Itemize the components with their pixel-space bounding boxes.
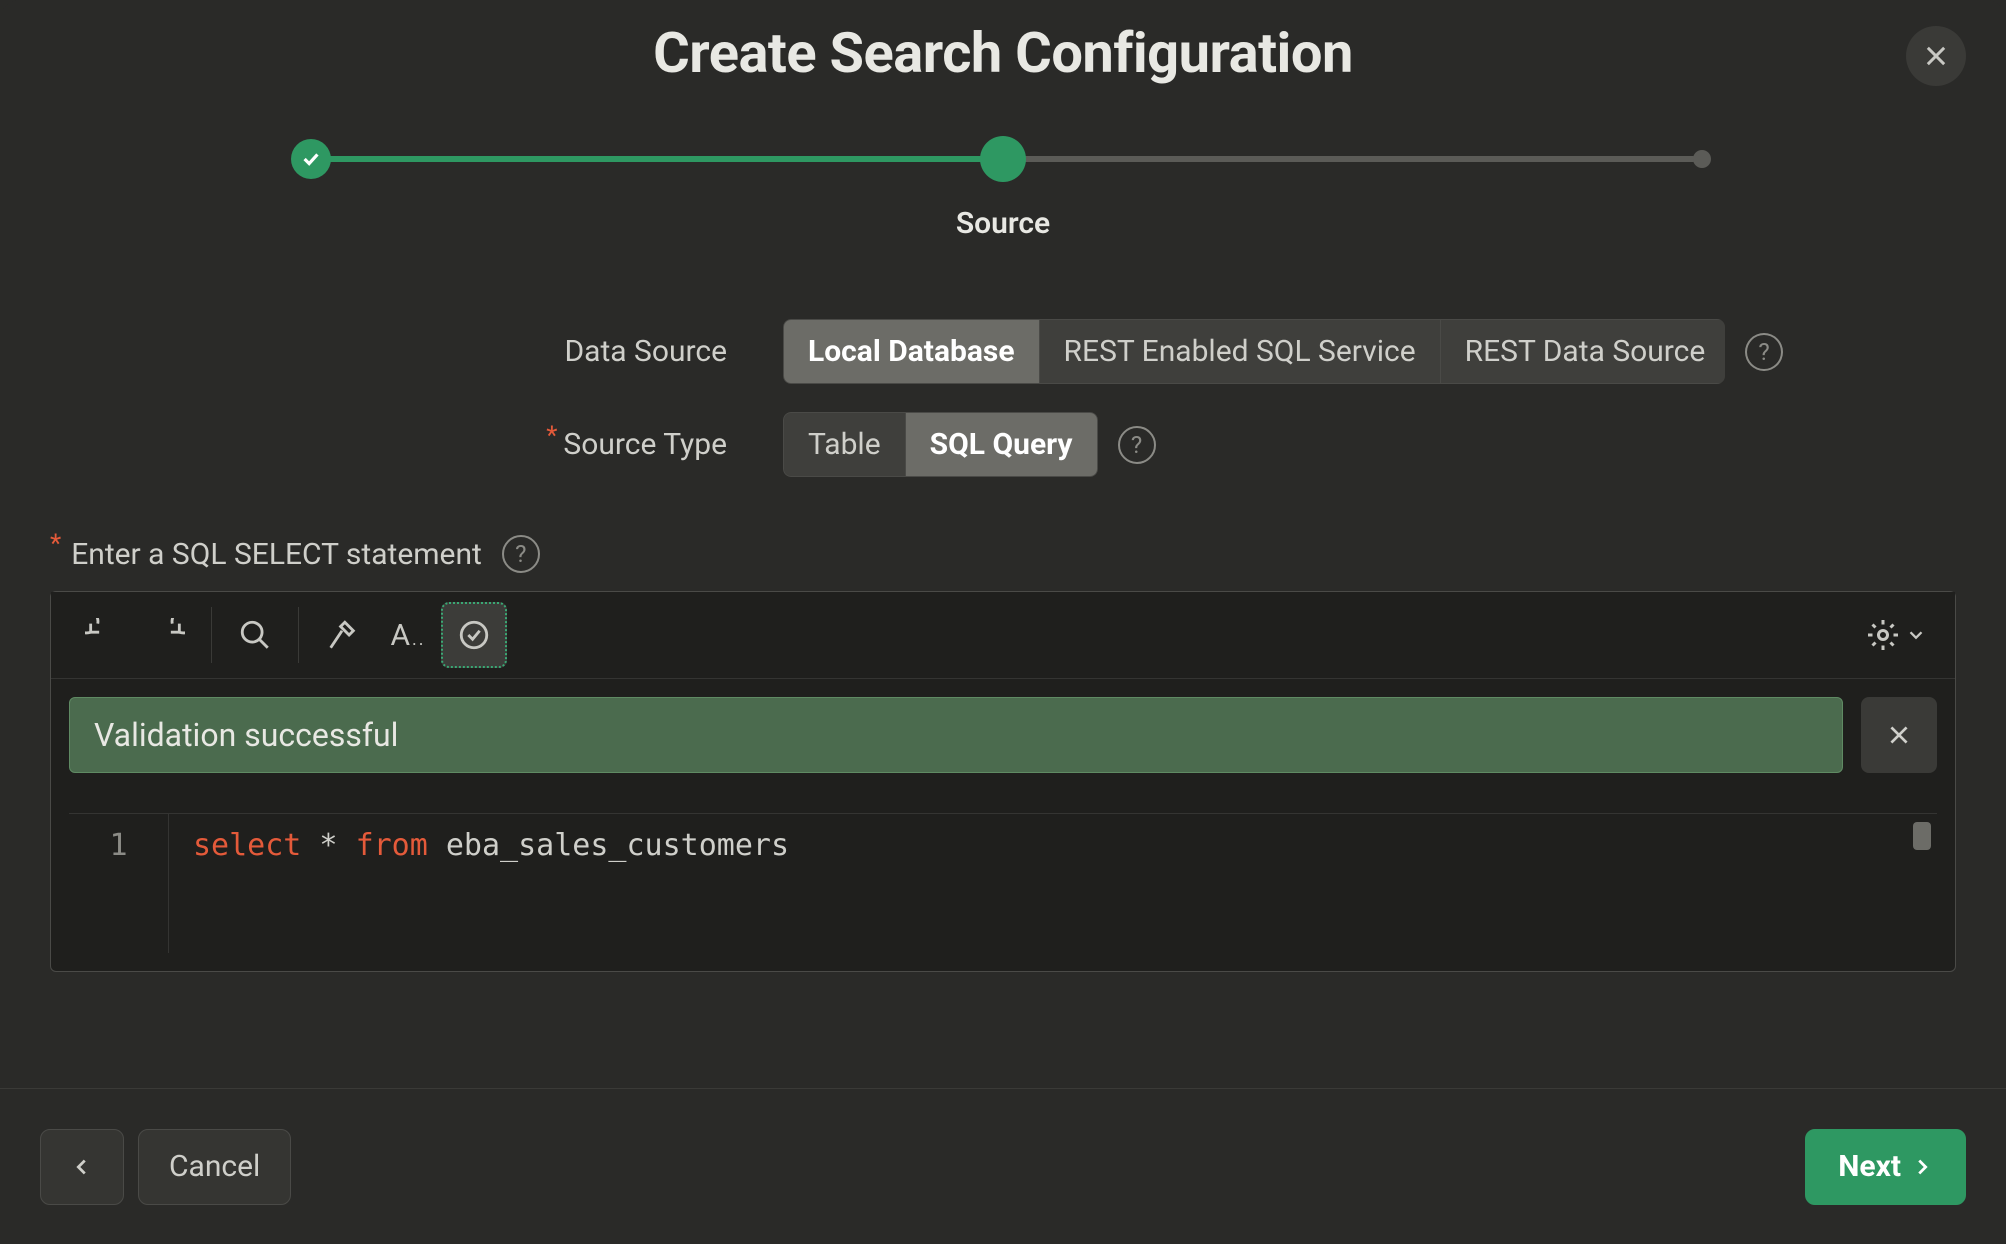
check-circle-icon [457,618,491,652]
dialog-footer: Cancel Next [0,1088,2006,1244]
help-icon-source-type[interactable]: ? [1118,426,1156,464]
step-current-label: Source [290,206,1716,241]
back-button[interactable] [40,1129,124,1205]
hammer-icon [325,618,359,652]
form-area: Data Source Local Database REST Enabled … [0,319,2006,505]
check-icon [300,148,322,170]
search-icon [238,618,272,652]
code-line-1[interactable]: select * from eba_sales_customers [169,814,813,953]
editor-toolbar: A.. [51,592,1955,679]
wizard-stepper: Source [0,136,2006,241]
step-3-future[interactable] [1693,150,1711,168]
code-editor: A.. Validation successful 1 [50,591,1956,972]
editor-settings-button[interactable] [1855,617,1937,653]
dialog-create-search-configuration: Create Search Configuration Source Data … [0,0,2006,1244]
close-icon [1886,722,1912,748]
line-gutter: 1 [69,814,169,953]
dialog-close-button[interactable] [1906,26,1966,86]
step-1-complete[interactable] [291,139,331,179]
case-icon: A.. [382,618,433,653]
close-icon [1922,42,1950,70]
row-data-source: Data Source Local Database REST Enabled … [0,319,2006,384]
line-number: 1 [69,828,168,863]
cancel-button[interactable]: Cancel [138,1129,291,1205]
validate-button[interactable] [441,602,507,668]
segmented-source-type: Table SQL Query [783,412,1098,477]
step-2-current[interactable] [980,136,1026,182]
code-area[interactable]: 1 select * from eba_sales_customers [69,813,1937,953]
stepper-track [290,136,1716,182]
validation-dismiss-button[interactable] [1861,697,1937,773]
sql-section: * Enter a SQL SELECT statement ? [50,535,1956,972]
row-source-type: *Source Type Table SQL Query ? [0,412,2006,477]
validation-row: Validation successful [51,679,1955,773]
redo-icon [151,618,185,652]
case-button[interactable]: A.. [375,602,441,668]
seg-local-database[interactable]: Local Database [783,319,1040,384]
validation-banner: Validation successful [69,697,1843,773]
help-icon-sql[interactable]: ? [502,535,540,573]
seg-rest-enabled-sql[interactable]: REST Enabled SQL Service [1040,319,1441,384]
required-star: * [50,529,61,559]
gear-icon [1865,617,1901,653]
required-star: * [546,421,557,451]
chevron-down-icon [1905,624,1927,646]
undo-button[interactable] [69,602,135,668]
next-button[interactable]: Next [1805,1129,1966,1205]
label-source-type: *Source Type [223,427,783,462]
label-sql-statement: * Enter a SQL SELECT statement ? [50,535,1956,573]
chevron-right-icon [1911,1156,1933,1178]
help-icon-data-source[interactable]: ? [1745,333,1783,371]
dialog-title: Create Search Configuration [0,20,2006,86]
find-button[interactable] [222,602,288,668]
undo-icon [85,618,119,652]
seg-table[interactable]: Table [783,412,906,477]
autocomplete-button[interactable] [309,602,375,668]
seg-rest-data-source[interactable]: REST Data Source [1441,319,1726,384]
redo-button[interactable] [135,602,201,668]
segmented-data-source: Local Database REST Enabled SQL Service … [783,319,1725,384]
label-data-source: Data Source [223,334,783,369]
dialog-header: Create Search Configuration [0,0,2006,86]
seg-sql-query[interactable]: SQL Query [906,412,1098,477]
chevron-left-icon [71,1156,93,1178]
editor-scrollbar-thumb[interactable] [1913,822,1931,850]
